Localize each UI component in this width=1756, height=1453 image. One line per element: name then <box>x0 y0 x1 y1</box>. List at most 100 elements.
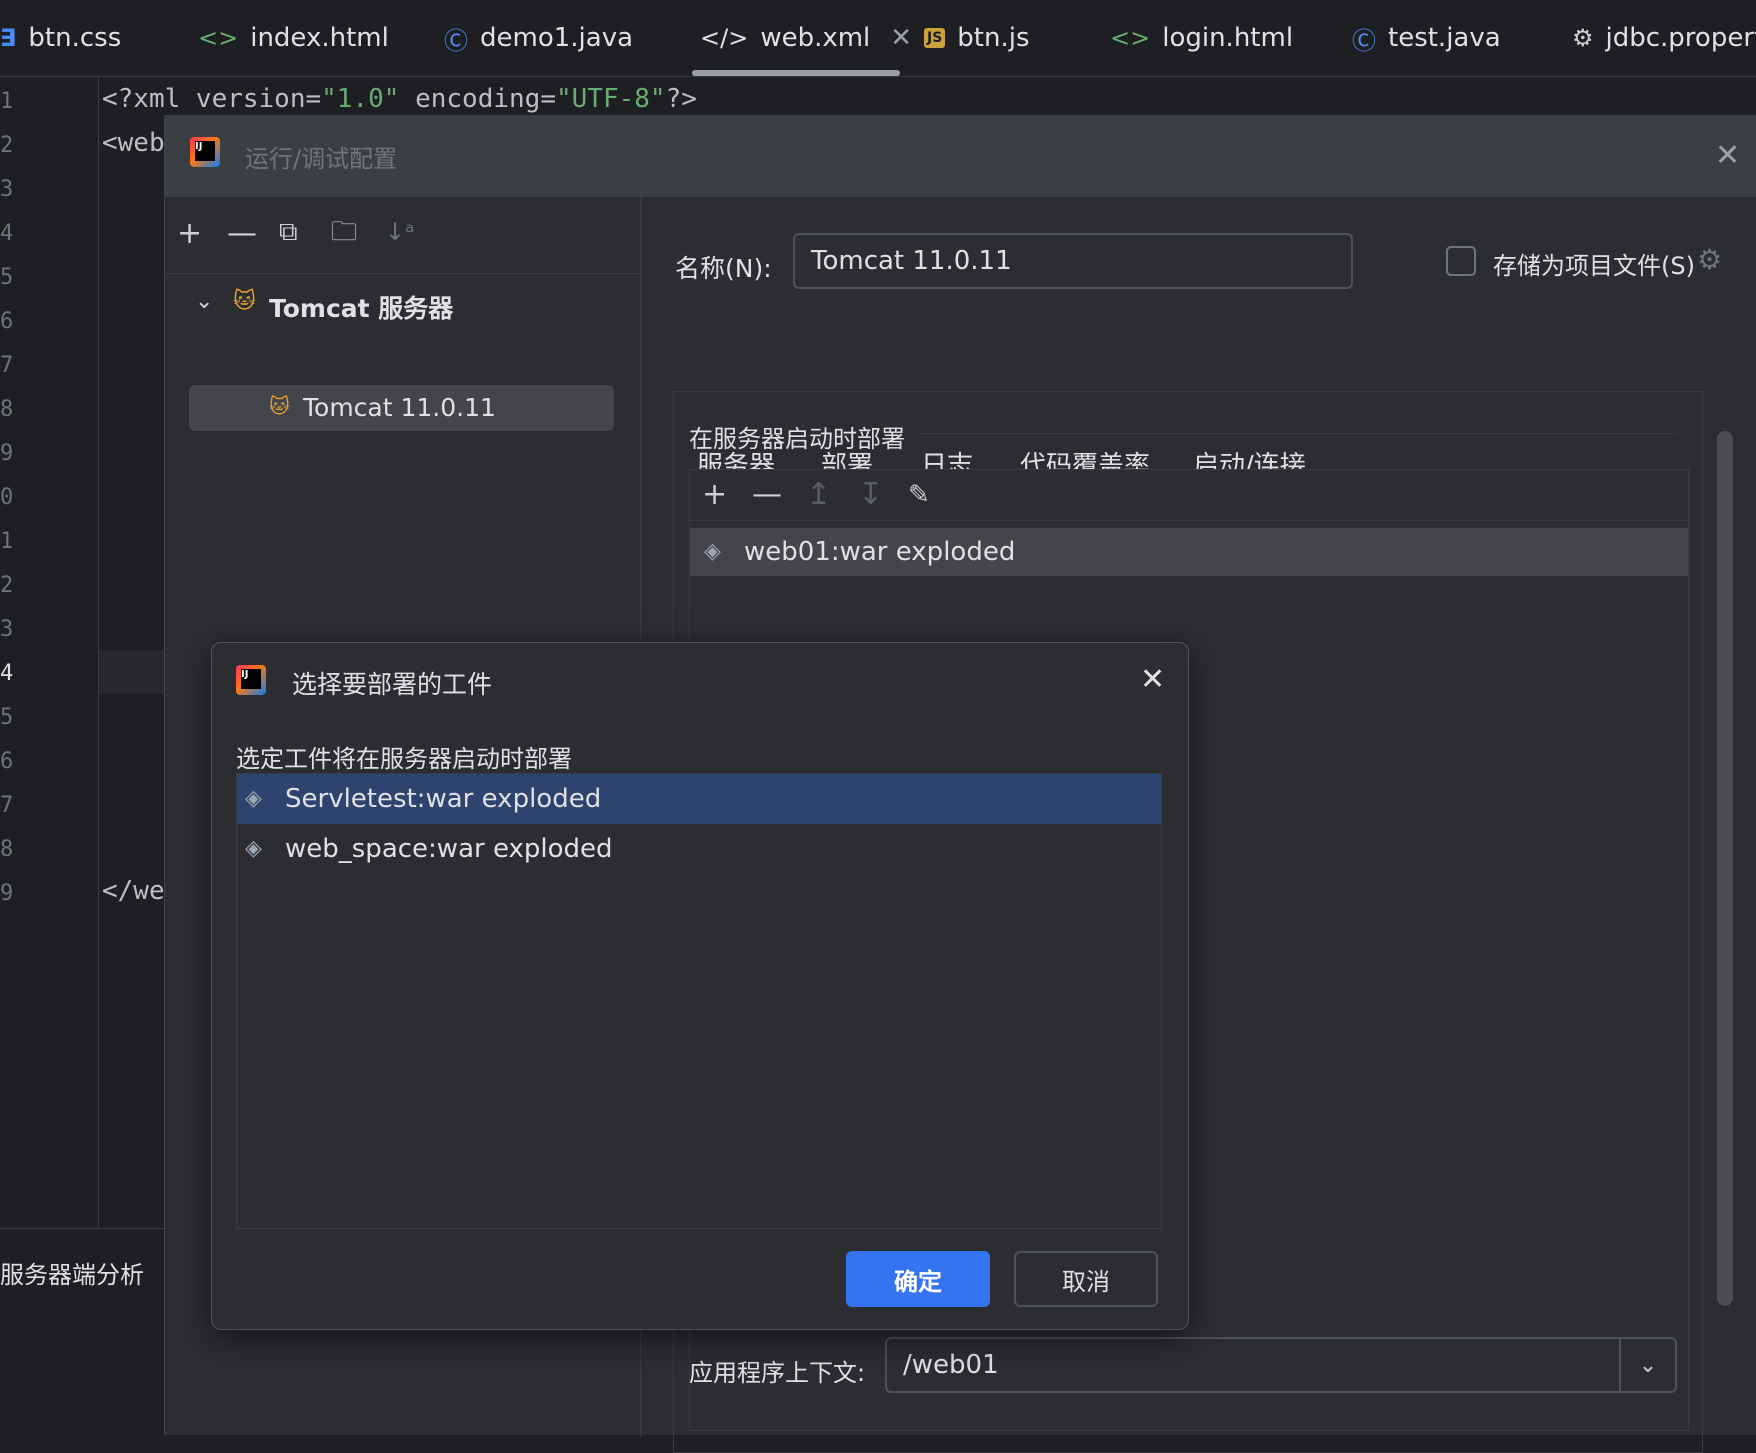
line-number: 0 <box>0 485 14 510</box>
line-number: 5 <box>0 265 14 290</box>
code-line-19[interactable]: </we <box>102 876 165 906</box>
close-icon[interactable]: ✕ <box>1715 141 1740 171</box>
artifact-label: web_space:war exploded <box>285 834 613 864</box>
tab-btn-js[interactable]: JS btn.js <box>924 0 1030 76</box>
artifact-list: ◈ Servletest:war exploded ◈ web_space:wa… <box>236 773 1162 1229</box>
close-icon[interactable]: ✕ <box>1140 665 1165 695</box>
modal-subtitle: 选定工件将在服务器启动时部署 <box>236 745 572 773</box>
gear-icon[interactable]: ⚙ <box>1697 243 1722 276</box>
active-tab-indicator <box>692 70 900 76</box>
artifact-war-icon: ◈ <box>245 836 262 861</box>
editor-gutter: 1 2 3 4 5 6 7 8 9 0 1 2 3 4 5 6 7 8 9 <box>0 77 99 1227</box>
tab-label: jdbc.propert <box>1605 23 1756 53</box>
tab-login-html[interactable]: <> login.html <box>1110 0 1293 76</box>
name-label: 名称(N): <box>675 254 772 283</box>
code-token: encoding= <box>399 84 556 114</box>
context-combobox[interactable]: /web01 ⌄ <box>885 1337 1677 1393</box>
store-as-project-file-label: 存储为项目文件(S) <box>1493 252 1695 280</box>
store-as-project-file-checkbox[interactable] <box>1446 246 1476 276</box>
tomcat-icon: 🐱 <box>269 394 290 418</box>
line-number: 7 <box>0 793 14 818</box>
run-config-title-bar: 运行/调试配置 ✕ <box>165 115 1756 197</box>
tab-label: web.xml <box>760 23 871 53</box>
move-down-icon[interactable]: ↧ <box>858 480 883 510</box>
deploy-item-label: web01:war exploded <box>744 537 1016 567</box>
add-config-icon[interactable]: + <box>177 219 202 249</box>
copy-config-icon[interactable]: ⧉ <box>279 217 298 247</box>
line-number: 4 <box>0 221 14 246</box>
tab-label: demo1.java <box>480 23 634 53</box>
new-folder-icon[interactable]: 🗀 <box>331 217 357 247</box>
line-number: 5 <box>0 705 14 730</box>
tab-jdbc-properties[interactable]: ⚙ jdbc.propert <box>1572 0 1756 76</box>
line-number: 6 <box>0 309 14 334</box>
line-number: 9 <box>0 881 14 906</box>
code-line-1[interactable]: <?xml version="1.0" encoding="UTF-8"?> <box>102 84 697 114</box>
line-number: 3 <box>0 617 14 642</box>
move-up-icon[interactable]: ↥ <box>806 480 831 510</box>
run-config-title: 运行/调试配置 <box>245 145 398 173</box>
code-token: "UTF-8" <box>555 84 666 114</box>
artifact-label: Servletest:war exploded <box>285 784 602 814</box>
choose-artifact-dialog: 选择要部署的工件 ✕ 选定工件将在服务器启动时部署 ◈ Servletest:w… <box>211 642 1189 1330</box>
code-line-2[interactable]: <web <box>102 128 165 158</box>
close-tab-icon[interactable]: ✕ <box>890 23 912 53</box>
xml-file-icon: </> <box>700 24 749 52</box>
ok-button[interactable]: 确定 <box>846 1251 990 1307</box>
sort-icon[interactable]: ↓ᵃ <box>385 217 415 247</box>
chevron-down-icon[interactable]: ⌄ <box>195 289 213 314</box>
profiler-tab-label[interactable]: 服务器端分析 <box>0 1255 144 1290</box>
remove-icon[interactable]: — <box>752 480 782 510</box>
code-token: <?xml version= <box>102 84 322 114</box>
line-number: 3 <box>0 177 14 202</box>
tab-label: test.java <box>1388 23 1501 53</box>
line-number: 2 <box>0 133 14 158</box>
artifact-list-item[interactable]: ◈ web_space:war exploded <box>237 824 1161 874</box>
line-number: 1 <box>0 529 14 554</box>
tab-web-xml[interactable]: </> web.xml ✕ <box>700 0 912 76</box>
add-icon[interactable]: + <box>702 480 727 510</box>
line-number: 2 <box>0 573 14 598</box>
intellij-logo-icon <box>236 665 266 695</box>
section-divider <box>917 433 1677 434</box>
tab-label: index.html <box>250 23 389 53</box>
name-input[interactable]: Tomcat 11.0.11 <box>793 233 1353 289</box>
edit-pencil-icon[interactable]: ✎ <box>908 480 930 510</box>
line-number: 8 <box>0 837 14 862</box>
js-file-icon: JS <box>924 28 946 48</box>
css-file-icon: ∃ <box>0 24 17 52</box>
code-token: ?> <box>665 84 697 114</box>
scrollbar[interactable] <box>1717 431 1733 1306</box>
cancel-button[interactable]: 取消 <box>1014 1251 1158 1307</box>
artifact-list-item-selected[interactable]: ◈ Servletest:war exploded <box>237 774 1161 824</box>
line-number: 7 <box>0 353 14 378</box>
line-number: 9 <box>0 441 14 466</box>
remove-config-icon[interactable]: — <box>227 219 257 249</box>
java-class-icon: Ⓒ <box>1352 26 1376 55</box>
tab-demo1-java[interactable]: Ⓒ demo1.java <box>444 0 633 76</box>
gear-icon: ⚙ <box>1572 24 1594 52</box>
chevron-down-icon[interactable]: ⌄ <box>1619 1339 1675 1391</box>
editor-tab-bar: ∃ btn.css <> index.html Ⓒ demo1.java </>… <box>0 0 1756 77</box>
modal-title: 选择要部署的工件 <box>292 670 493 699</box>
tab-test-java[interactable]: Ⓒ test.java <box>1352 0 1501 76</box>
html-file-icon: <> <box>198 24 239 52</box>
artifact-war-icon: ◈ <box>245 786 262 811</box>
tab-label: btn.js <box>957 23 1030 53</box>
java-class-icon: Ⓒ <box>444 26 468 55</box>
tree-group-tomcat[interactable]: Tomcat 服务器 <box>269 289 453 325</box>
toolbar-divider <box>165 273 640 274</box>
line-number: 6 <box>0 749 14 774</box>
line-number: 8 <box>0 397 14 422</box>
code-token: "1.0" <box>321 84 400 114</box>
tab-btn-css[interactable]: ∃ btn.css <box>0 0 121 76</box>
artifact-war-icon: ◈ <box>704 539 721 564</box>
deploy-list-item[interactable]: ◈ web01:war exploded <box>690 528 1688 576</box>
line-number: 1 <box>0 89 14 114</box>
context-label: 应用程序上下文: <box>689 1359 866 1387</box>
tomcat-icon: 🐱 <box>233 289 256 314</box>
tree-item-tomcat-selected[interactable]: 🐱 Tomcat 11.0.11 <box>189 385 614 431</box>
tab-label: login.html <box>1162 23 1294 53</box>
tab-index-html[interactable]: <> index.html <box>198 0 389 76</box>
line-number: 4 <box>0 661 14 686</box>
